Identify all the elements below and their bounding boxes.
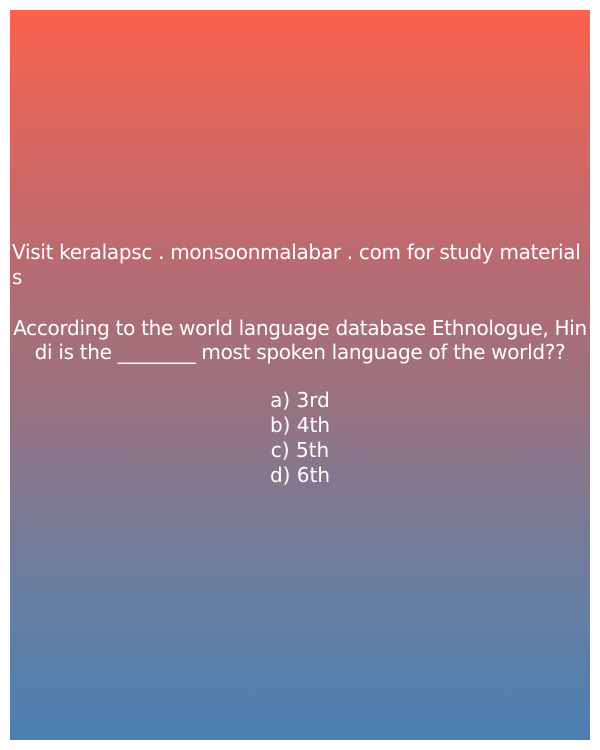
answer-options: a) 3rd b) 4th c) 5th d) 6th: [10, 388, 590, 488]
option-d: d) 6th: [269, 463, 331, 487]
option-c: c) 5th: [270, 438, 330, 462]
quiz-card: Visit keralapsc . monsoonmalabar . com f…: [10, 10, 590, 740]
option-a: a) 3rd: [270, 388, 330, 412]
question-text: According to the world language database…: [13, 316, 587, 364]
option-b: b) 4th: [269, 413, 331, 437]
watermark-text: Visit keralapsc . monsoonmalabar . com f…: [12, 240, 581, 289]
